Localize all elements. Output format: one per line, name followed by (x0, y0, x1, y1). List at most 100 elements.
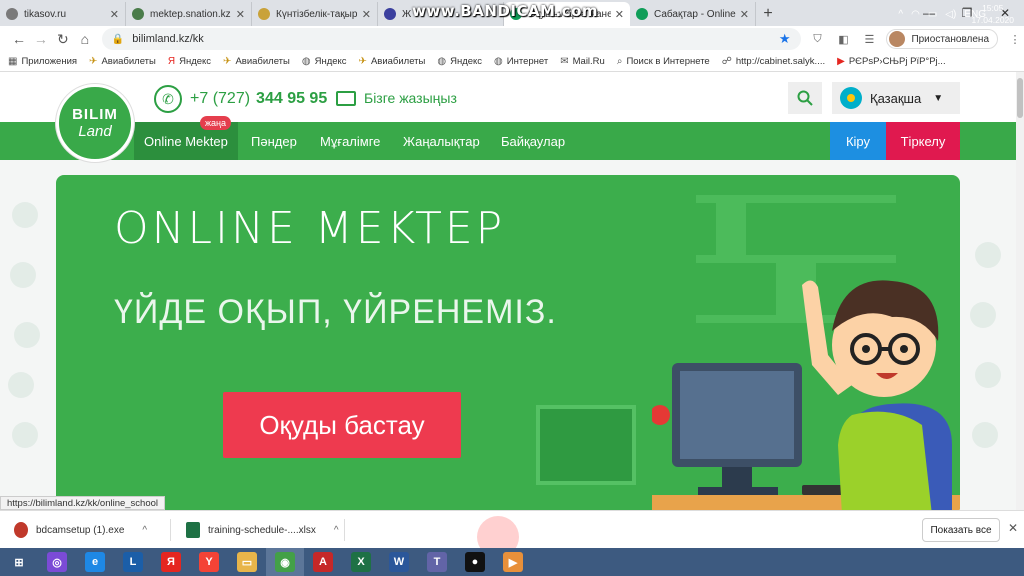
browser-tab[interactable]: mektep.snation.kz ✕ (126, 2, 252, 26)
language-select[interactable]: Қазақша ▼ (832, 82, 960, 114)
taskbar-app-lenovo[interactable]: L (114, 548, 152, 576)
nav-item-news[interactable]: Жаңалықтар (403, 122, 480, 160)
bookmark-label: Mail.Ru (572, 56, 605, 67)
browser-tab[interactable]: tikasov.ru ✕ (0, 2, 126, 26)
login-button[interactable]: Кіру (830, 122, 886, 160)
status-url: https://bilimland.kz/kk/online_school (0, 496, 166, 510)
extension-icon[interactable]: ◧ (835, 30, 853, 48)
chevron-up-icon[interactable]: ^ (142, 525, 147, 536)
nav-item-contests[interactable]: Байқаулар (501, 122, 565, 160)
tab-title: tikasov.ru (24, 8, 67, 20)
globe-icon (6, 8, 18, 20)
bookmark-item[interactable]: ☍ http://cabinet.salyk.... (722, 56, 825, 67)
nav-label: Жаңалықтар (403, 133, 480, 149)
taskbar-app-yandex[interactable]: Я (152, 548, 190, 576)
windows-taskbar: ⊞ ◎ e L Я Y ▭ ◉ A X W T ● ▶ (0, 548, 1024, 576)
reload-icon[interactable]: ↻ (52, 28, 74, 50)
excel-icon: X (351, 552, 371, 572)
start-learning-button[interactable]: Оқуды бастау (223, 392, 461, 458)
bookmark-item[interactable]: ⌕ Поиск в Интернете (617, 56, 710, 67)
bilimland-logo[interactable]: BILIM Land (56, 84, 134, 162)
write-us-link[interactable]: Бізге жазыңыз (336, 90, 457, 106)
wifi-icon[interactable]: ◠ (911, 9, 920, 20)
bookmark-item[interactable]: ✉ Mail.Ru (560, 56, 605, 67)
volume-icon[interactable]: ◁) (945, 9, 956, 20)
close-tab-icon[interactable]: ✕ (615, 8, 624, 21)
kazakhstan-flag-icon (840, 87, 862, 109)
home-icon[interactable]: ⌂ (74, 28, 96, 50)
close-tab-icon[interactable]: ✕ (110, 8, 119, 21)
plane-icon: ✈ (89, 56, 98, 67)
logo-text-line2: Land (78, 123, 112, 140)
url-text[interactable]: bilimland.kz/kk (132, 33, 779, 45)
nav-item-for-teacher[interactable]: Мұғалімге (320, 122, 380, 160)
search-icon: ⌕ (616, 56, 623, 67)
close-tab-icon[interactable]: ✕ (740, 8, 749, 21)
address-toolbar: ← → ↻ ⌂ 🔒 bilimland.kz/kk ★ ⛉ ◧ ☰ Приост… (0, 26, 1024, 52)
bookmark-label: Авиабилеты (101, 56, 156, 67)
address-bar[interactable]: 🔒 bilimland.kz/kk ★ (101, 28, 801, 50)
taskbar-app-alice[interactable]: ◎ (38, 548, 76, 576)
search-button[interactable] (788, 82, 822, 114)
forward-icon[interactable]: → (30, 28, 52, 50)
bookmark-label: Приложения (21, 56, 78, 67)
new-tab-button[interactable]: + (756, 2, 780, 26)
phone-contact[interactable]: ✆ +7 (727) 344 95 95 (154, 85, 327, 113)
taskbar-app-teams[interactable]: T (418, 548, 456, 576)
bookmark-item[interactable]: ▦ Приложения (8, 56, 77, 67)
taskbar-app-media-player[interactable]: ▶ (494, 548, 532, 576)
register-button[interactable]: Тіркелу (886, 122, 960, 160)
chalkboard-illustration (536, 405, 636, 485)
taskbar-app-bandicam-record[interactable]: ● (456, 548, 494, 576)
clock-time: 15:05 (982, 3, 1004, 13)
envelope-icon (336, 90, 356, 106)
bookmark-star-icon[interactable]: ★ (779, 31, 791, 47)
bookmark-item[interactable]: ✈ Авиабилеты (223, 56, 290, 67)
close-tab-icon[interactable]: ✕ (236, 8, 245, 21)
taskbar-app-excel[interactable]: X (342, 548, 380, 576)
taskbar-app-internet-explorer[interactable]: e (76, 548, 114, 576)
phone-number: 344 95 95 (256, 90, 328, 107)
bookmark-label: РЄРѕР›СЊРј РїР°Рј... (848, 56, 946, 67)
bookmark-label: http://cabinet.salyk.... (735, 56, 826, 67)
phone-prefix: +7 (727) (190, 90, 251, 107)
recording-watermark: www.BANDICAM.com (412, 2, 599, 20)
bookmark-item[interactable]: ◍ Яндекс (302, 56, 347, 67)
taskbar-app-word[interactable]: W (380, 548, 418, 576)
download-item[interactable]: bdcamsetup (1).exe ^ (14, 519, 147, 541)
chevron-up-icon[interactable]: ^ (334, 525, 339, 536)
hero-title: ONLINE MEKTEP (114, 203, 506, 254)
shield-extension-icon[interactable]: ⛉ (809, 30, 827, 48)
browser-tab[interactable]: Сабақтар - Online ✕ (630, 2, 756, 26)
bookmark-item[interactable]: ▶ РЄРѕР›СЊРј РїР°Рј... (837, 56, 945, 67)
taskbar-app-start[interactable]: ⊞ (0, 548, 38, 576)
taskbar-clock[interactable]: 15:05 17.04.2020 (971, 2, 1014, 26)
site-header: ✆ +7 (727) 344 95 95 Бізге жазыңыз Қазақ… (0, 72, 1016, 122)
taskbar-app-yandex-browser[interactable]: Y (190, 548, 228, 576)
taskbar-app-acrobat[interactable]: A (304, 548, 342, 576)
page-scrollbar[interactable] (1016, 72, 1024, 510)
monitor-icon[interactable]: ▭ (928, 9, 937, 20)
bookmark-item[interactable]: ◍ Яндекс (437, 56, 482, 67)
bookmark-item[interactable]: ✈ Авиабилеты (359, 56, 426, 67)
clock-date: 17.04.2020 (971, 15, 1014, 25)
nav-item-subjects[interactable]: Пәндер (251, 122, 297, 160)
hero-subtitle: ҮЙДЕ ОҚЫП, ҮЙРЕНЕМІЗ. (114, 293, 557, 331)
close-icon[interactable]: ✕ (1008, 521, 1018, 535)
close-tab-icon[interactable]: ✕ (362, 8, 371, 21)
reading-list-icon[interactable]: ☰ (860, 30, 878, 48)
bookmark-item[interactable]: ◍ Интернет (494, 56, 548, 67)
chevron-up-icon[interactable]: ^ (898, 9, 903, 20)
bookmark-item[interactable]: ✈ Авиабилеты (89, 56, 156, 67)
browser-tab[interactable]: Күнтізбелік-тақырып ✕ (252, 2, 378, 26)
taskbar-app-chrome[interactable]: ◉ (266, 548, 304, 576)
file-explorer-icon: ▭ (237, 552, 257, 572)
bookmark-item[interactable]: Я Яндекс (168, 56, 211, 67)
menu-icon[interactable]: ⋮ (1006, 30, 1024, 48)
back-icon[interactable]: ← (8, 28, 30, 50)
show-all-downloads-button[interactable]: Показать все (922, 518, 1000, 542)
profile-button[interactable]: Приостановлена (886, 29, 999, 49)
download-item[interactable]: training-schedule-....xlsx ^ (186, 519, 339, 541)
download-name: bdcamsetup (1).exe (36, 524, 125, 536)
taskbar-app-file-explorer[interactable]: ▭ (228, 548, 266, 576)
